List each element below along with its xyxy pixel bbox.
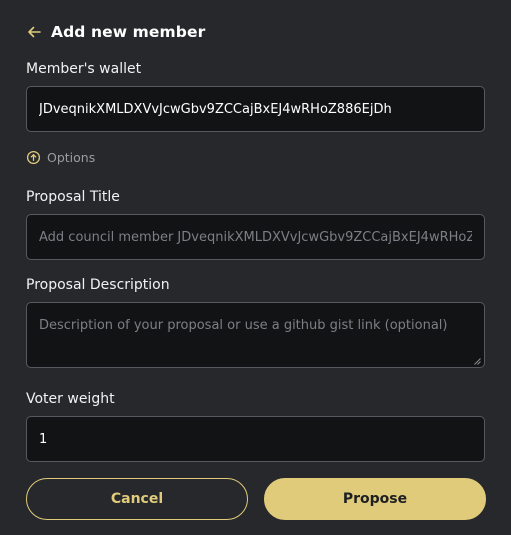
proposal-title-label: Proposal Title bbox=[26, 189, 120, 205]
voter-weight-input[interactable] bbox=[26, 416, 485, 462]
arrow-up-circle-icon bbox=[26, 150, 41, 165]
proposal-title-input[interactable] bbox=[26, 214, 485, 260]
wallet-label: Member's wallet bbox=[26, 61, 142, 77]
voter-weight-label: Voter weight bbox=[26, 391, 115, 407]
arrow-left-icon[interactable] bbox=[26, 24, 42, 40]
proposal-description-label: Proposal Description bbox=[26, 277, 170, 293]
cancel-button[interactable]: Cancel bbox=[26, 478, 248, 520]
resize-handle-icon[interactable] bbox=[474, 358, 481, 365]
propose-button[interactable]: Propose bbox=[264, 478, 486, 520]
add-member-panel: Add new member Member's wallet Options P… bbox=[0, 0, 511, 535]
wallet-input[interactable] bbox=[26, 86, 485, 132]
options-label: Options bbox=[47, 150, 96, 165]
page-title: Add new member bbox=[51, 23, 206, 41]
options-toggle[interactable]: Options bbox=[26, 150, 95, 165]
header: Add new member bbox=[26, 20, 205, 44]
proposal-description-input[interactable] bbox=[26, 302, 485, 368]
